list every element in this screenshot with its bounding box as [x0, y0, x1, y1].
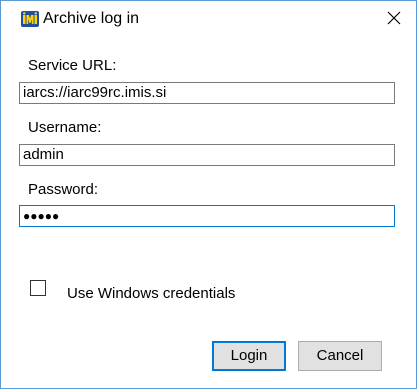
password-input[interactable]: ●●●●● — [19, 205, 395, 227]
service-url-input[interactable]: iarcs://iarc99rc.imis.si — [19, 82, 395, 104]
username-input[interactable]: admin — [19, 144, 395, 166]
password-mask: ●●●●● — [23, 209, 60, 223]
title-bar[interactable]: Archive log in — [1, 1, 416, 37]
close-button[interactable] — [372, 1, 416, 35]
login-button[interactable]: Login — [212, 341, 286, 371]
use-windows-credentials-checkbox[interactable] — [30, 280, 46, 296]
service-url-label: Service URL: — [28, 57, 117, 74]
archive-login-dialog: Archive log in Service URL: iarcs://iarc… — [0, 0, 417, 389]
cancel-button[interactable]: Cancel — [298, 341, 382, 371]
use-windows-credentials-label[interactable]: Use Windows credentials — [67, 285, 235, 303]
dialog-title: Archive log in — [43, 10, 140, 27]
password-label: Password: — [28, 181, 99, 198]
close-icon — [387, 11, 401, 25]
imis-logo-icon — [21, 11, 39, 27]
username-label: Username: — [28, 119, 102, 136]
